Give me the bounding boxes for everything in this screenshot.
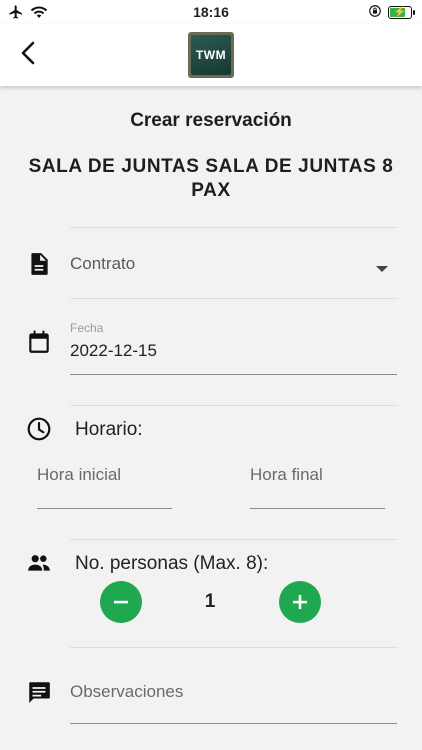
- start-time-input[interactable]: Hora inicial: [37, 465, 121, 485]
- people-icon: [26, 550, 52, 576]
- logo-text: TWM: [191, 35, 231, 75]
- status-bar: 18:16 ⚡: [0, 0, 422, 24]
- status-right: ⚡: [368, 4, 415, 21]
- date-underline: [70, 374, 397, 375]
- start-time-underline: [37, 508, 172, 509]
- notes-underline: [70, 723, 397, 724]
- app-logo: TWM: [188, 32, 234, 78]
- status-time: 18:16: [193, 4, 229, 20]
- dropdown-arrow-icon[interactable]: [375, 260, 389, 272]
- divider: [70, 405, 398, 406]
- document-icon: [26, 251, 52, 277]
- room-name: SALA DE JUNTAS SALA DE JUNTAS 8 PAX: [28, 156, 394, 201]
- app-bar: TWM: [0, 24, 422, 86]
- notes-input[interactable]: Observaciones: [70, 682, 183, 702]
- people-count: 1: [204, 591, 216, 612]
- schedule-label: Horario:: [75, 419, 143, 440]
- clock-icon: [26, 416, 52, 442]
- divider: [70, 539, 398, 540]
- date-label: Fecha: [70, 321, 104, 335]
- increment-button[interactable]: [279, 581, 321, 623]
- divider: [70, 647, 398, 648]
- people-label: No. personas (Max. 8):: [75, 553, 269, 574]
- date-field[interactable]: 2022-12-15: [70, 341, 157, 361]
- contract-select[interactable]: Contrato: [70, 254, 135, 274]
- battery-charging-icon: ⚡: [388, 6, 415, 19]
- orientation-lock-icon: [368, 4, 382, 21]
- page-title: Crear reservación: [130, 110, 292, 131]
- end-time-input[interactable]: Hora final: [250, 465, 323, 485]
- calendar-icon: [26, 329, 52, 355]
- minus-icon: [114, 600, 128, 604]
- decrement-button[interactable]: [100, 581, 142, 623]
- divider: [70, 227, 398, 228]
- comment-icon: [26, 679, 52, 705]
- divider: [70, 298, 398, 299]
- plus-icon: [293, 595, 307, 609]
- back-button[interactable]: [14, 38, 44, 68]
- end-time-underline: [250, 508, 385, 509]
- chevron-left-icon: [21, 41, 35, 65]
